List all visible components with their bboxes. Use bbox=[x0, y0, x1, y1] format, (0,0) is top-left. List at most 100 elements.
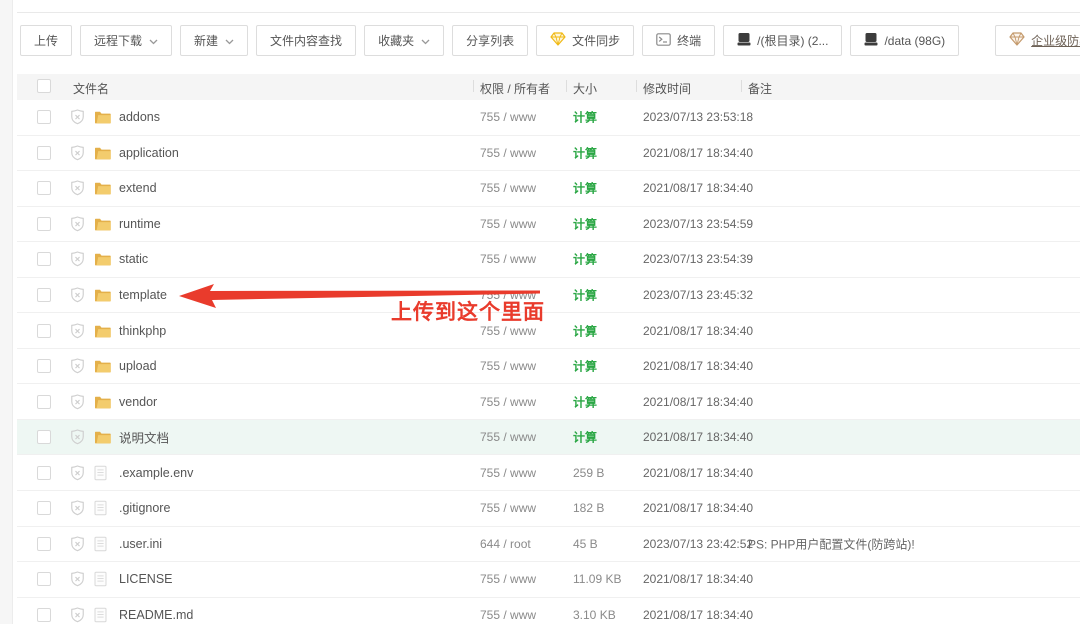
file-name[interactable]: extend bbox=[119, 181, 157, 195]
file-name[interactable]: addons bbox=[119, 110, 160, 124]
file-permissions: 644 / root bbox=[480, 537, 531, 551]
file-name[interactable]: thinkphp bbox=[119, 324, 166, 338]
column-header-mtime: 修改时间 bbox=[643, 80, 691, 97]
file-mtime: 2023/07/13 23:53:18 bbox=[643, 110, 753, 124]
terminal-button[interactable]: 终端 bbox=[642, 25, 715, 56]
file-size[interactable]: 计算 bbox=[573, 358, 597, 375]
file-note[interactable]: PS: PHP用户配置文件(防跨站)! bbox=[748, 535, 915, 552]
file-name[interactable]: .user.ini bbox=[119, 537, 162, 551]
table-row[interactable]: extend 755 / www 计算 2021/08/17 18:34:40 bbox=[17, 171, 1080, 207]
table-row[interactable]: .user.ini 644 / root 45 B 2023/07/13 23:… bbox=[17, 527, 1080, 563]
file-list: addons 755 / www 计算 2023/07/13 23:53:18 … bbox=[17, 100, 1080, 624]
file-permissions: 755 / www bbox=[480, 466, 536, 480]
file-size[interactable]: 计算 bbox=[573, 393, 597, 410]
shield-x-icon[interactable] bbox=[69, 606, 86, 623]
remote-download-button[interactable]: 远程下载 bbox=[80, 25, 172, 56]
table-row[interactable]: 说明文档 755 / www 计算 2021/08/17 18:34:40 bbox=[17, 420, 1080, 456]
row-checkbox[interactable] bbox=[37, 324, 51, 338]
shield-x-icon[interactable] bbox=[69, 535, 86, 552]
file-name[interactable]: README.md bbox=[119, 608, 193, 622]
file-mtime: 2021/08/17 18:34:40 bbox=[643, 146, 753, 160]
row-checkbox[interactable] bbox=[37, 252, 51, 266]
column-divider bbox=[473, 80, 474, 92]
row-checkbox[interactable] bbox=[37, 146, 51, 160]
file-sync-button[interactable]: 文件同步 bbox=[536, 25, 634, 56]
table-row[interactable]: static 755 / www 计算 2023/07/13 23:54:39 bbox=[17, 242, 1080, 278]
file-size[interactable]: 计算 bbox=[573, 180, 597, 197]
table-row[interactable]: vendor 755 / www 计算 2021/08/17 18:34:40 bbox=[17, 384, 1080, 420]
shield-x-icon[interactable] bbox=[69, 464, 86, 481]
table-row[interactable]: runtime 755 / www 计算 2023/07/13 23:54:59 bbox=[17, 207, 1080, 243]
file-size[interactable]: 计算 bbox=[573, 215, 597, 232]
file-mtime: 2021/08/17 18:34:40 bbox=[643, 324, 753, 338]
row-checkbox[interactable] bbox=[37, 359, 51, 373]
row-checkbox[interactable] bbox=[37, 537, 51, 551]
favorites-button[interactable]: 收藏夹 bbox=[364, 25, 444, 56]
disk-data-button[interactable]: /data (98G) bbox=[850, 25, 959, 56]
file-size[interactable]: 计算 bbox=[573, 144, 597, 161]
table-row[interactable]: .example.env 755 / www 259 B 2021/08/17 … bbox=[17, 455, 1080, 491]
shield-x-icon[interactable] bbox=[69, 251, 86, 268]
shield-x-icon[interactable] bbox=[69, 429, 86, 446]
select-all-checkbox[interactable] bbox=[37, 79, 51, 93]
row-checkbox[interactable] bbox=[37, 501, 51, 515]
shield-x-icon[interactable] bbox=[69, 109, 86, 126]
row-checkbox[interactable] bbox=[37, 430, 51, 444]
row-checkbox[interactable] bbox=[37, 110, 51, 124]
share-list-button[interactable]: 分享列表 bbox=[452, 25, 528, 56]
row-checkbox[interactable] bbox=[37, 466, 51, 480]
file-name[interactable]: static bbox=[119, 252, 148, 266]
file-name[interactable]: LICENSE bbox=[119, 572, 173, 586]
shield-x-icon[interactable] bbox=[69, 393, 86, 410]
shield-x-icon[interactable] bbox=[69, 571, 86, 588]
table-row[interactable]: upload 755 / www 计算 2021/08/17 18:34:40 bbox=[17, 349, 1080, 385]
button-label: 远程下载 bbox=[94, 32, 142, 49]
file-icon bbox=[94, 536, 107, 551]
shield-x-icon[interactable] bbox=[69, 500, 86, 517]
table-row[interactable]: application 755 / www 计算 2021/08/17 18:3… bbox=[17, 136, 1080, 172]
file-size[interactable]: 计算 bbox=[573, 322, 597, 339]
file-name[interactable]: template bbox=[119, 288, 167, 302]
file-permissions: 755 / www bbox=[480, 110, 536, 124]
file-name[interactable]: 说明文档 bbox=[119, 428, 169, 447]
table-row[interactable]: thinkphp 755 / www 计算 2021/08/17 18:34:4… bbox=[17, 313, 1080, 349]
file-name[interactable]: .gitignore bbox=[119, 501, 170, 515]
folder-icon bbox=[94, 359, 111, 374]
table-row[interactable]: LICENSE 755 / www 11.09 KB 2021/08/17 18… bbox=[17, 562, 1080, 598]
table-row[interactable]: README.md 755 / www 3.10 KB 2021/08/17 1… bbox=[17, 598, 1080, 624]
row-checkbox[interactable] bbox=[37, 608, 51, 622]
file-name[interactable]: .example.env bbox=[119, 466, 193, 480]
shield-x-icon[interactable] bbox=[69, 322, 86, 339]
disk-root-button[interactable]: /(根目录) (2... bbox=[723, 25, 842, 56]
terminal-icon bbox=[656, 33, 671, 49]
file-size[interactable]: 计算 bbox=[573, 109, 597, 126]
search-file-content-button[interactable]: 文件内容查找 bbox=[256, 25, 356, 56]
shield-x-icon[interactable] bbox=[69, 144, 86, 161]
row-checkbox[interactable] bbox=[37, 288, 51, 302]
tamper-proof-button[interactable]: 企业级防篡改 bbox=[995, 25, 1080, 56]
file-name[interactable]: upload bbox=[119, 359, 157, 373]
upload-button[interactable]: 上传 bbox=[20, 25, 72, 56]
row-checkbox[interactable] bbox=[37, 217, 51, 231]
table-row[interactable]: template 755 / www 计算 2023/07/13 23:45:3… bbox=[17, 278, 1080, 314]
file-permissions: 755 / www bbox=[480, 324, 536, 338]
row-checkbox[interactable] bbox=[37, 395, 51, 409]
shield-x-icon[interactable] bbox=[69, 180, 86, 197]
page-edge-strip bbox=[0, 0, 13, 624]
file-name[interactable]: vendor bbox=[119, 395, 157, 409]
file-size[interactable]: 计算 bbox=[573, 287, 597, 304]
row-checkbox[interactable] bbox=[37, 181, 51, 195]
row-checkbox[interactable] bbox=[37, 572, 51, 586]
shield-x-icon[interactable] bbox=[69, 215, 86, 232]
file-name[interactable]: runtime bbox=[119, 217, 161, 231]
chevron-down-icon bbox=[225, 34, 234, 48]
file-name[interactable]: application bbox=[119, 146, 179, 160]
new-button[interactable]: 新建 bbox=[180, 25, 248, 56]
shield-x-icon[interactable] bbox=[69, 358, 86, 375]
shield-x-icon[interactable] bbox=[69, 287, 86, 304]
column-header-filename: 文件名 bbox=[73, 80, 109, 97]
file-size[interactable]: 计算 bbox=[573, 251, 597, 268]
table-row[interactable]: addons 755 / www 计算 2023/07/13 23:53:18 bbox=[17, 100, 1080, 136]
table-row[interactable]: .gitignore 755 / www 182 B 2021/08/17 18… bbox=[17, 491, 1080, 527]
file-size[interactable]: 计算 bbox=[573, 429, 597, 446]
